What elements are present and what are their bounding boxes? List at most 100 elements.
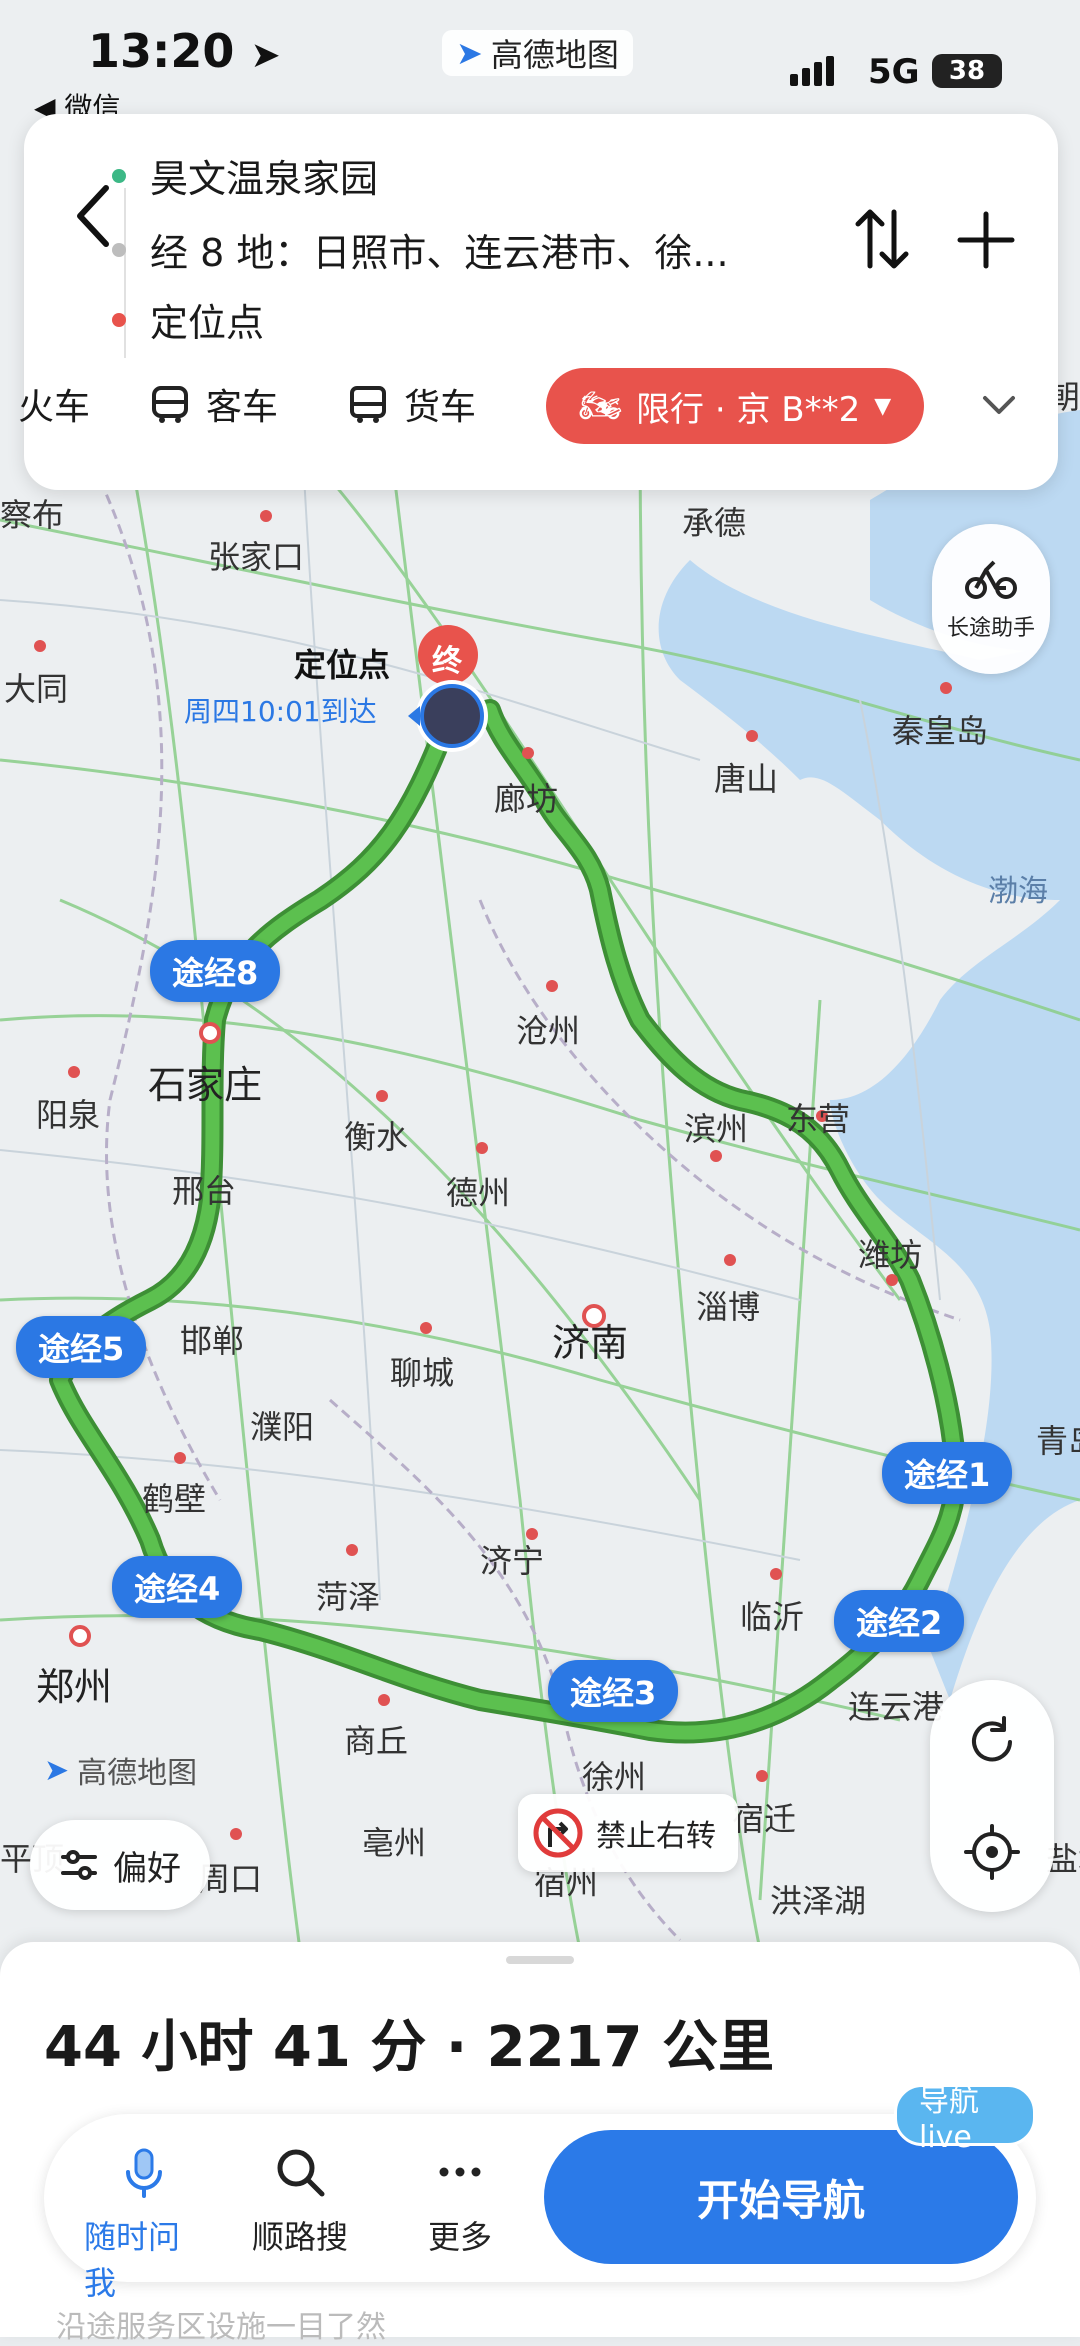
map-city-label: 济宁	[480, 1542, 545, 1580]
map-city-label: 连云港	[848, 1688, 945, 1726]
preference-button[interactable]: 偏好	[30, 1820, 210, 1910]
add-waypoint-icon[interactable]	[954, 208, 1018, 272]
preference-label: 偏好	[113, 1848, 181, 1889]
destination-map-label: 定位点	[294, 646, 391, 684]
long-trip-assistant-button[interactable]: 长途助手	[932, 524, 1050, 674]
map-city-label: 滨州	[684, 1110, 749, 1148]
restriction-label: 限行 · 京 B**2	[636, 389, 861, 430]
map-city-label: 察布	[0, 496, 65, 534]
tab-truck-label: 货车	[404, 387, 477, 428]
eta-label: 周四10:01到达	[184, 695, 377, 728]
map-city-label: 大同	[4, 670, 69, 708]
ask-anytime-label: 随时问我	[84, 2218, 181, 2302]
route-card: 昊文温泉家园 经 8 地：日照市、连云港市、徐... 定位点 火车 客车 货车 …	[18, 114, 1058, 490]
via-point-4[interactable]: 途经4	[112, 1556, 243, 1618]
watermark-text: 高德地图	[77, 1756, 198, 1791]
origin-field[interactable]: 昊文温泉家园	[112, 148, 378, 203]
route-summary: 44 小时 41 分 · 2217 公里	[44, 2015, 774, 2080]
map-sea-label: 渤海	[988, 874, 1048, 909]
map-city-label: 邯郸	[180, 1322, 245, 1360]
map-city-label: 菏泽	[316, 1578, 381, 1616]
via-point-3[interactable]: 途经3	[548, 1660, 679, 1722]
map-city-label: 亳州	[362, 1824, 427, 1862]
refresh-icon[interactable]	[962, 1712, 1022, 1772]
map-city-label: 承德	[682, 504, 747, 542]
search-along-route-button[interactable]: 顺路搜	[240, 2144, 360, 2258]
action-bar: 随时问我 顺路搜 更多 开始导航 导航 live	[44, 2084, 1036, 2302]
waypoint-dot-icon	[112, 242, 126, 257]
app-badge: ➤ 高德地图	[442, 30, 633, 76]
map-city-label: 阳泉	[36, 1096, 101, 1134]
locate-icon[interactable]	[962, 1822, 1022, 1882]
battery-indicator: 38	[932, 54, 1002, 88]
bottom-sheet: 44 小时 41 分 · 2217 公里 随时问我 顺路搜 更多 开始导航 导航…	[0, 1942, 1080, 2345]
map-city-label: 衡水	[344, 1118, 409, 1156]
map-city-label: 邢台	[172, 1172, 237, 1210]
microphone-icon	[126, 2148, 162, 2198]
location-arrow-icon: ➤	[250, 35, 281, 76]
no-right-turn-badge[interactable]: 禁止右转	[518, 1794, 738, 1872]
waypoints-label: 经 8 地：日照市、连云港市、徐...	[150, 231, 729, 275]
tab-car[interactable]: 火车	[18, 378, 90, 430]
tab-car-label: 火车	[18, 387, 91, 428]
more-label: 更多	[427, 2218, 492, 2256]
transport-mode-tabs: 火车 客车 货车 🏍 限行 · 京 B**2 ▼	[18, 368, 1058, 444]
tab-bus[interactable]: 客车	[148, 378, 278, 430]
map-city-label: 济南	[552, 1321, 629, 1365]
destination-dot-icon	[112, 312, 126, 327]
waypoints-field[interactable]: 经 8 地：日照市、连云港市、徐...	[112, 222, 729, 277]
map-city-label: 鹤壁	[142, 1480, 207, 1518]
tab-bus-label: 客车	[206, 387, 279, 428]
map-city-label: 潍坊	[858, 1236, 923, 1274]
via-point-1[interactable]: 途经1	[882, 1442, 1013, 1504]
map-city-label: 郑州	[36, 1665, 113, 1709]
network-type: 5G	[868, 52, 920, 92]
signal-icon	[790, 56, 834, 86]
origin-dot-icon	[112, 168, 126, 183]
amap-logo-icon: ➤	[456, 34, 483, 72]
map-city-label: 聊城	[390, 1354, 455, 1392]
origin-label: 昊文温泉家园	[150, 157, 379, 201]
dropdown-triangle-icon: ▼	[874, 393, 892, 419]
map-city-label: 淄博	[696, 1288, 761, 1326]
drag-handle[interactable]	[506, 1956, 574, 1964]
map-city-label: 青岛	[1036, 1422, 1080, 1460]
more-button[interactable]: 更多	[400, 2144, 520, 2258]
app-badge-label: 高德地图	[490, 36, 619, 74]
map-city-label: 临沂	[740, 1598, 805, 1636]
chevron-down-icon[interactable]	[979, 386, 1019, 422]
map-city-label: 张家口	[208, 538, 305, 576]
map-city-label: 石家庄	[148, 1063, 263, 1107]
no-right-turn-icon	[533, 1808, 583, 1858]
restriction-chip[interactable]: 🏍 限行 · 京 B**2 ▼	[546, 368, 924, 444]
map-city-label: 商丘	[344, 1722, 409, 1760]
swap-icon[interactable]	[850, 204, 914, 274]
amap-logo-icon: ➤	[44, 1752, 70, 1788]
map-watermark: ➤ 高德地图	[44, 1748, 197, 1792]
ask-anytime-button[interactable]: 随时问我	[84, 2144, 204, 2304]
map-city-label: 宿迁	[732, 1800, 797, 1838]
via-point-8[interactable]: 途经8	[150, 940, 281, 1002]
bus-icon	[152, 386, 188, 423]
no-right-turn-label: 禁止右转	[596, 1819, 716, 1854]
search-along-route-label: 顺路搜	[251, 2218, 348, 2256]
status-bar: 13:20 ➤ ◀ 微信 ➤ 高德地图 5G 38	[0, 0, 1080, 124]
motorcycle-icon: 🏍	[578, 386, 623, 426]
map-controls	[930, 1680, 1054, 1912]
footnote-text: 沿途服务区设施一目了然	[56, 2310, 386, 2345]
nav-live-badge: 导航 live	[894, 2084, 1036, 2155]
map-city-label: 秦皇岛	[892, 712, 989, 750]
map-city-label: 唐山	[714, 760, 779, 798]
map-city-label: 廊坊	[494, 780, 559, 818]
map-city-label: 东营	[786, 1100, 851, 1138]
map-city-label: 德州	[446, 1174, 511, 1212]
sliders-icon	[61, 1850, 97, 1880]
destination-label: 定位点	[150, 301, 265, 345]
via-point-5[interactable]: 途经5	[16, 1316, 147, 1378]
tab-truck[interactable]: 货车	[346, 378, 476, 430]
via-point-2[interactable]: 途经2	[834, 1590, 965, 1652]
destination-field[interactable]: 定位点	[112, 292, 264, 347]
end-marker: 终	[432, 644, 462, 679]
long-trip-label: 长途助手	[946, 616, 1035, 641]
map-city-label: 徐州	[582, 1758, 647, 1796]
